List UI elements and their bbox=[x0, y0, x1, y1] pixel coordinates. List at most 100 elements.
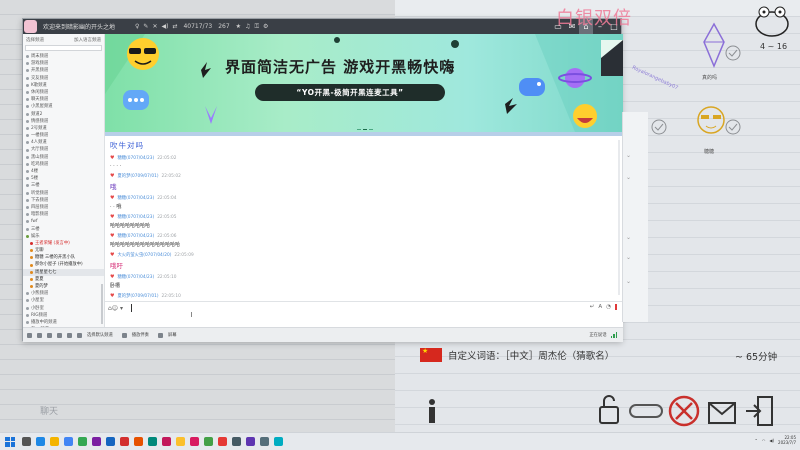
resize-handle[interactable] bbox=[191, 312, 192, 317]
sidebar-channel[interactable]: 休闲频道 bbox=[23, 89, 104, 96]
chevron-down-icon[interactable]: ⌄ bbox=[626, 278, 631, 285]
app-icon[interactable] bbox=[190, 437, 199, 446]
volume-icon[interactable]: ◀) bbox=[769, 438, 774, 443]
star-icon[interactable]: ★ bbox=[236, 23, 241, 31]
headset-icon[interactable] bbox=[67, 332, 72, 338]
close-circle-icon[interactable] bbox=[666, 393, 702, 427]
sidebar-channel[interactable]: 大厅频道 bbox=[23, 146, 104, 153]
accompaniment-button[interactable]: 播放伴奏 bbox=[132, 332, 149, 338]
screen-button[interactable]: 屏幕 bbox=[168, 332, 177, 338]
sidebar-user[interactable]: 周星星七七 bbox=[23, 268, 104, 276]
sidebar-channel[interactable]: 小黑屋频道 bbox=[23, 103, 104, 110]
sidebar-channel[interactable]: 频道2 bbox=[23, 111, 104, 118]
sidebar-channel[interactable]: 4楼 bbox=[23, 168, 104, 175]
sidebar-channel[interactable]: 暗影频道 bbox=[23, 211, 104, 218]
lock-icon[interactable]: ⚿ bbox=[254, 23, 259, 31]
app-icon[interactable] bbox=[78, 437, 87, 446]
sidebar-channel[interactable]: 播放中的频道 bbox=[23, 319, 104, 326]
record-icon[interactable] bbox=[77, 332, 82, 338]
message-author[interactable]: 糖糖(0707/04/23) bbox=[117, 195, 154, 201]
sidebar-channel[interactable]: 2号频道 bbox=[23, 125, 104, 132]
app-icon[interactable] bbox=[246, 437, 255, 446]
chevron-down-icon[interactable]: ⌄ bbox=[626, 174, 631, 181]
sidebar-channel[interactable]: 游戏频道 bbox=[23, 60, 104, 67]
mail-icon[interactable] bbox=[706, 393, 738, 427]
app-icon[interactable] bbox=[274, 437, 283, 446]
sidebar-channel[interactable]: 三楼 bbox=[23, 182, 104, 189]
chevron-down-icon[interactable]: ⌄ bbox=[626, 152, 631, 159]
unlock-icon[interactable] bbox=[596, 393, 622, 427]
chevron-up-icon[interactable]: ⌃ bbox=[755, 438, 758, 443]
join-voice-link[interactable]: 加入语言频道 bbox=[74, 37, 101, 43]
sidebar-channel[interactable]: 三楼 bbox=[23, 226, 104, 233]
settings-icon[interactable]: ⚙ bbox=[263, 23, 268, 31]
sidebar-channel[interactable]: 聊天频道 bbox=[23, 96, 104, 103]
sidebar-channel[interactable]: 小屋里 bbox=[23, 297, 104, 304]
sidebar-channel[interactable]: 听觉频道 bbox=[23, 190, 104, 197]
menu-icon[interactable] bbox=[27, 332, 32, 338]
emoji-picker-icon[interactable]: ⌂☺ ▾ bbox=[108, 305, 123, 312]
channel-search-input[interactable] bbox=[25, 45, 102, 51]
ad-banner[interactable]: 界面简洁无广告 游戏开黑畅快嗨 “YO开黑-极简开黑连麦工具” bbox=[105, 34, 623, 132]
app-icon[interactable] bbox=[148, 437, 157, 446]
sidebar-user[interactable]: 夏夏 bbox=[23, 276, 104, 283]
sidebar-user[interactable]: 王者荣耀 (发言中) bbox=[23, 240, 104, 247]
sidebar-scrollbar[interactable] bbox=[101, 284, 103, 324]
search-icon[interactable] bbox=[22, 437, 31, 446]
app-icon[interactable] bbox=[260, 437, 269, 446]
sidebar-channel[interactable]: 娱乐 bbox=[23, 233, 104, 240]
message-author[interactable]: 夏的梦(0709/07/01) bbox=[117, 173, 158, 179]
sidebar-channel[interactable]: 黑山频道 bbox=[23, 154, 104, 161]
channel-avatar[interactable] bbox=[24, 20, 37, 33]
app-icon[interactable] bbox=[204, 437, 213, 446]
sidebar-channel[interactable]: 吃鸡频道 bbox=[23, 161, 104, 168]
volume-icon[interactable]: ◀) bbox=[161, 23, 168, 30]
sidebar-channel[interactable]: 周末频道 bbox=[23, 53, 104, 60]
message-author[interactable]: 糖糖(0707/04/23) bbox=[117, 274, 154, 280]
app-icon[interactable] bbox=[106, 437, 115, 446]
message-input-area[interactable]: ⌂☺ ▾ ↵ A ◔ bbox=[105, 301, 623, 327]
message-author[interactable]: 大火的萤火虫(0707/04/20) bbox=[117, 252, 171, 258]
browser-icon[interactable] bbox=[64, 437, 73, 446]
sidebar-channel[interactable]: 开黑频道 bbox=[23, 67, 104, 74]
pager-dot[interactable] bbox=[357, 128, 361, 130]
message-author[interactable]: 糖糖(0707/04/23) bbox=[117, 233, 154, 239]
sidebar-channel[interactable]: 4人频道 bbox=[23, 139, 104, 146]
sidebar-channel[interactable]: 小卧室 bbox=[23, 305, 104, 312]
sidebar-channel[interactable]: 一楼频道 bbox=[23, 132, 104, 139]
sidebar-channel[interactable]: K歌频道 bbox=[23, 82, 104, 89]
sidebar-channel[interactable]: RIG频道 bbox=[23, 312, 104, 319]
tag-icon[interactable] bbox=[628, 393, 664, 427]
app-icon[interactable] bbox=[162, 437, 171, 446]
app-icon[interactable] bbox=[232, 437, 241, 446]
app-icon[interactable] bbox=[218, 437, 227, 446]
chat-scrollbar[interactable] bbox=[618, 140, 620, 295]
clock[interactable]: 22:05 2023/7/7 bbox=[778, 435, 796, 445]
sidebar-channel[interactable]: 小熊频道 bbox=[23, 290, 104, 297]
start-button[interactable] bbox=[5, 436, 15, 447]
message-author[interactable]: 糖糖(0707/04/23) bbox=[117, 214, 154, 220]
sidebar-user[interactable]: 糖糖 三楼的开黑小队 bbox=[23, 254, 104, 261]
equalizer-icon[interactable] bbox=[57, 332, 62, 338]
sidebar-channel[interactable]: 情感频道 bbox=[23, 118, 104, 125]
sidebar-channel[interactable]: fwf bbox=[23, 218, 104, 225]
mute-icon[interactable]: ✕ bbox=[152, 23, 157, 30]
message-author[interactable]: 夏的梦(0709/07/01) bbox=[117, 293, 158, 299]
people-icon[interactable]: ♀ bbox=[135, 23, 139, 30]
edge-icon[interactable] bbox=[36, 437, 45, 446]
app-icon[interactable] bbox=[134, 437, 143, 446]
sidebar-channel[interactable]: 下去频道 bbox=[23, 197, 104, 204]
sidebar-channel[interactable]: 5楼 bbox=[23, 175, 104, 182]
sidebar-user[interactable]: 夏的梦 bbox=[23, 283, 104, 290]
app-icon[interactable] bbox=[176, 437, 185, 446]
app-icon[interactable] bbox=[120, 437, 129, 446]
folder-icon[interactable] bbox=[50, 437, 59, 446]
chevron-down-icon[interactable]: ⌄ bbox=[626, 254, 631, 261]
sidebar-channel[interactable]: 四层频道 bbox=[23, 204, 104, 211]
font-icon[interactable]: A bbox=[598, 304, 602, 310]
pager-dot-active[interactable] bbox=[363, 128, 367, 130]
sidebar-channel[interactable]: 交友频道 bbox=[23, 75, 104, 82]
share-icon[interactable]: ⇄ bbox=[172, 23, 177, 30]
wifi-icon[interactable]: ◠ bbox=[762, 438, 766, 443]
chevron-down-icon[interactable]: ⌄ bbox=[626, 234, 631, 241]
